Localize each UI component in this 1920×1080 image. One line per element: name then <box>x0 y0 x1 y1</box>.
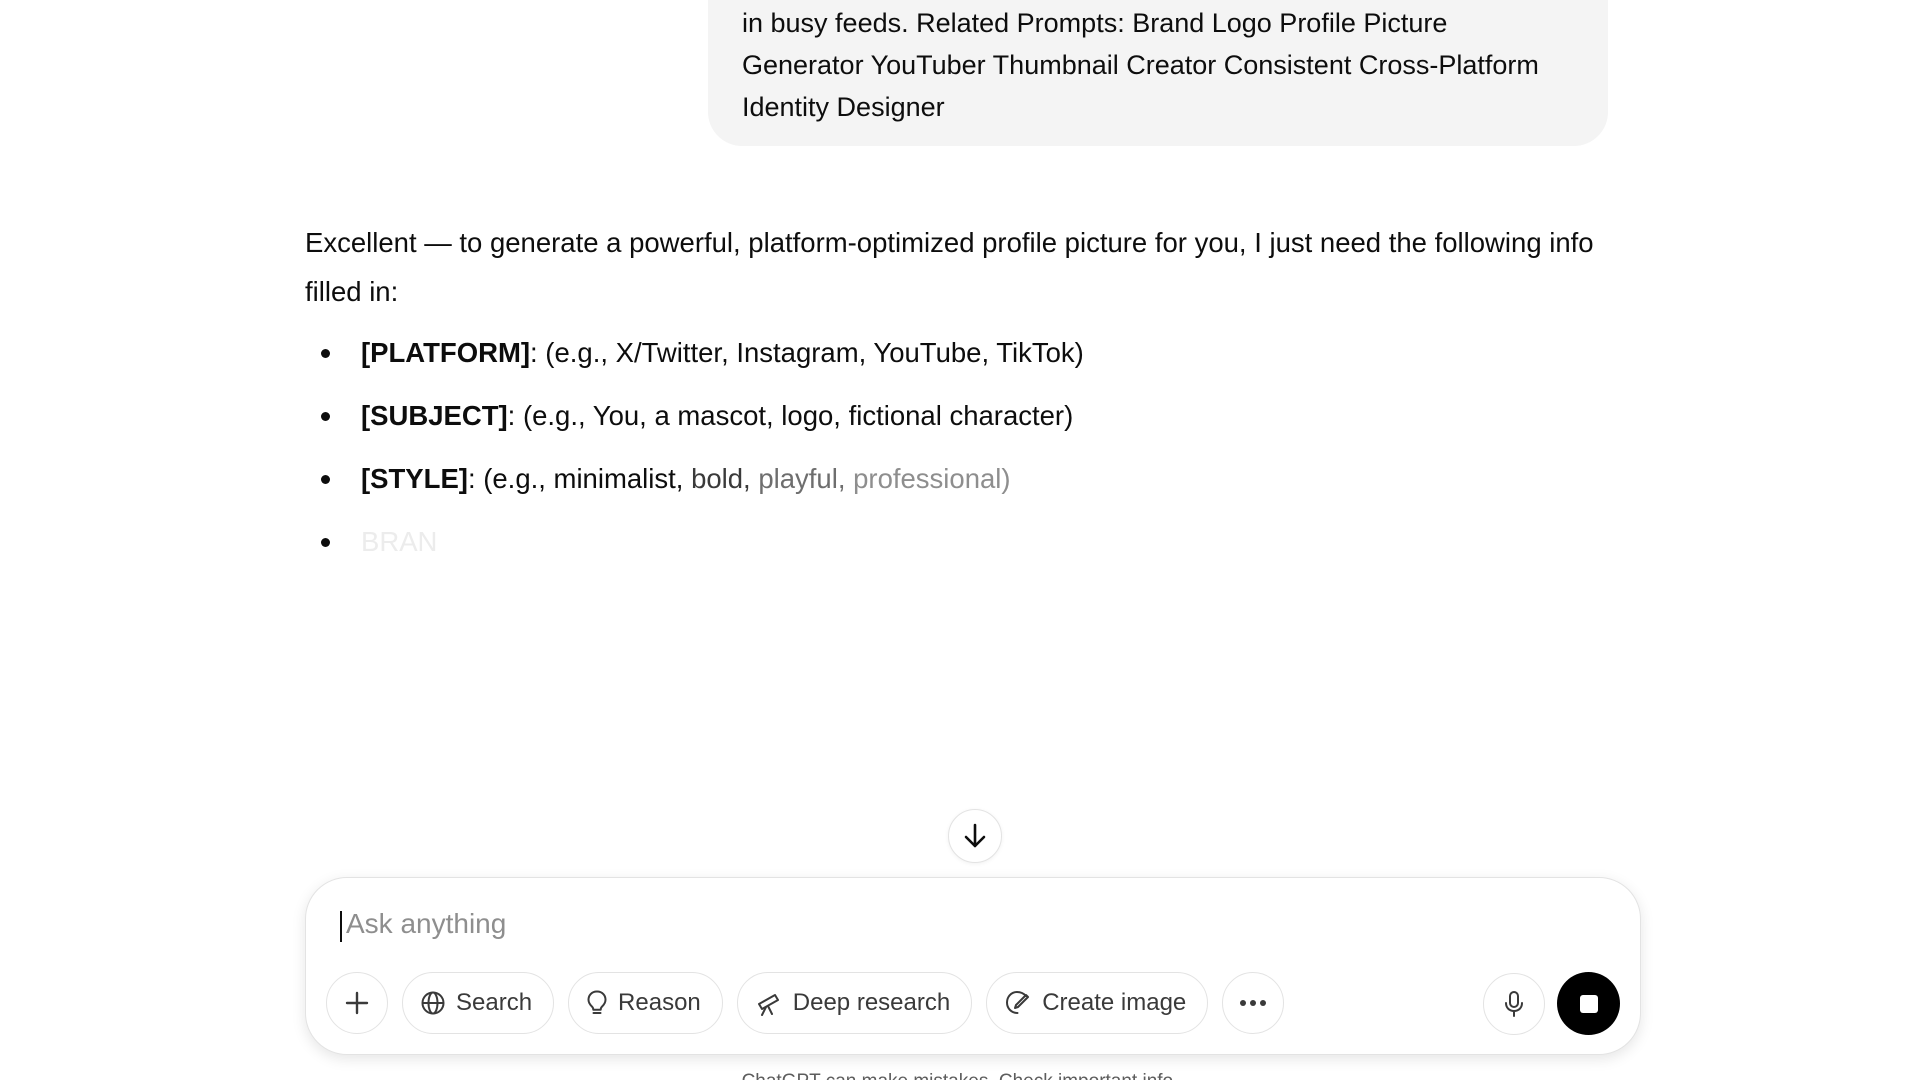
list-item: [STYLE]: (e.g., minimalist, bold, playfu… <box>305 454 1605 517</box>
assistant-message: Excellent — to generate a powerful, plat… <box>305 218 1605 580</box>
placeholder-desc-fading: professional) <box>853 463 1011 494</box>
stop-generating-button[interactable] <box>1557 972 1620 1035</box>
prompt-input[interactable] <box>336 900 1546 948</box>
telescope-icon <box>757 994 779 1016</box>
scroll-to-bottom-button[interactable] <box>948 809 1002 863</box>
plus-icon <box>345 991 369 1015</box>
reason-button[interactable]: Reason <box>568 972 723 1034</box>
assistant-intro: Excellent — to generate a powerful, plat… <box>305 227 1594 307</box>
create-image-button-label: Create image <box>1042 989 1187 1016</box>
search-button[interactable]: Search <box>402 972 555 1034</box>
placeholder-key: [STYLE] <box>361 463 468 494</box>
composer-toolbar: Search Reason Deep research Create image <box>326 972 1298 1034</box>
placeholder-desc: : (e.g., minimalist, <box>467 463 692 494</box>
placeholder-key: BRAN <box>361 526 438 557</box>
disclaimer-text: ChatGPT can make mistakes. Check importa… <box>0 1070 1920 1080</box>
placeholder-desc-fading: playful, <box>758 463 854 494</box>
voice-input-button[interactable] <box>1483 972 1545 1035</box>
bullet-dot <box>321 538 330 547</box>
search-button-label: Search <box>456 989 533 1016</box>
globe-icon <box>421 991 445 1015</box>
composer-right-tools <box>1483 972 1620 1035</box>
bullet-dot <box>321 412 330 421</box>
bullet-dot <box>321 349 330 358</box>
user-message-line: Generator YouTuber Thumbnail Creator Con… <box>742 50 1539 80</box>
placeholder-key: [PLATFORM] <box>361 337 531 368</box>
deep-research-button-label: Deep research <box>792 989 951 1016</box>
bullet-dot <box>321 475 330 484</box>
microphone-icon <box>1505 990 1523 1017</box>
list-item: [PLATFORM]: (e.g., X/Twitter, Instagram,… <box>305 328 1605 391</box>
lightbulb-icon <box>587 990 607 1014</box>
stop-icon <box>1579 994 1598 1013</box>
list-item-streaming: BRAN <box>305 517 1605 580</box>
user-message-line: Identity Designer <box>742 92 945 122</box>
deep-research-button[interactable]: Deep research <box>736 972 973 1034</box>
user-message-line: in busy feeds. Related Prompts: Brand Lo… <box>742 8 1448 38</box>
placeholder-desc: : (e.g., You, a mascot, logo, fictional … <box>507 400 1074 431</box>
placeholder-key: [SUBJECT] <box>361 400 508 431</box>
placeholder-desc-fading: bold, <box>691 463 759 494</box>
add-attachment-button[interactable] <box>326 972 388 1034</box>
user-message-bubble: in busy feeds. Related Prompts: Brand Lo… <box>708 0 1608 146</box>
assistant-bullet-list: [PLATFORM]: (e.g., X/Twitter, Instagram,… <box>305 328 1605 580</box>
arrow-down-icon <box>964 823 986 848</box>
chat-page: in busy feeds. Related Prompts: Brand Lo… <box>0 0 1920 1080</box>
placeholder-desc: : (e.g., X/Twitter, Instagram, YouTube, … <box>530 337 1084 368</box>
more-tools-button[interactable] <box>1222 972 1285 1034</box>
list-item: [SUBJECT]: (e.g., You, a mascot, logo, f… <box>305 391 1605 454</box>
ellipsis-icon <box>1240 1000 1267 1006</box>
message-composer: Search Reason Deep research <box>305 877 1641 1055</box>
image-brush-icon <box>1006 990 1030 1014</box>
create-image-button[interactable]: Create image <box>986 972 1209 1034</box>
reason-button-label: Reason <box>618 989 701 1016</box>
